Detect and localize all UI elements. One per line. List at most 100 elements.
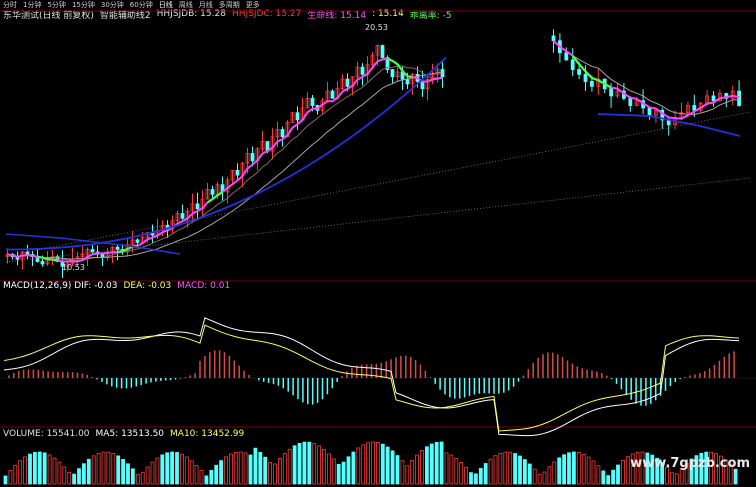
candle-body: [135, 239, 140, 243]
volume-bar: [13, 464, 18, 485]
volume-bar: [439, 441, 444, 485]
candle-body: [210, 189, 215, 195]
stock-chart-svg: 20.53 10.53: [0, 10, 756, 485]
volume-bar: [508, 451, 513, 485]
right-ma5-line: [552, 39, 740, 120]
volume-bar: [552, 461, 557, 485]
volume-bar: [277, 458, 282, 485]
candle-body: [647, 107, 652, 116]
candle-body: [609, 88, 613, 97]
volume-bar: [483, 463, 488, 485]
volume-bar: [184, 456, 189, 485]
candle-body: [737, 90, 741, 106]
volume-bar: [165, 452, 170, 485]
volume-bar: [297, 442, 302, 485]
volume-bar: [429, 443, 434, 485]
volume-bar: [616, 464, 620, 485]
volume-bar: [307, 441, 312, 485]
volume-bar: [248, 454, 253, 485]
volume-bar: [106, 451, 111, 485]
high-price-label: 20.53: [365, 23, 388, 32]
candle-body: [280, 129, 285, 138]
candle-body: [90, 249, 95, 253]
candle-body: [345, 78, 350, 87]
volume-bar: [341, 461, 346, 485]
volume-bar: [155, 457, 160, 485]
volume-bar: [601, 470, 606, 485]
volume-bar: [326, 453, 331, 485]
volume-bar: [228, 453, 233, 485]
volume-bar: [179, 453, 184, 485]
volume-bar: [150, 461, 155, 485]
candle-body: [380, 45, 385, 58]
volume-bar: [312, 443, 317, 485]
volume-bar: [175, 452, 179, 485]
volume-bar: [33, 452, 37, 485]
candle-body: [360, 66, 365, 75]
volume-bar: [130, 468, 135, 485]
volume-bar: [224, 456, 228, 485]
candle-body: [570, 59, 575, 70]
volume-bar: [145, 466, 150, 485]
volume-bar: [572, 451, 576, 485]
ma5-line: [7, 57, 443, 263]
volume-bar: [576, 452, 581, 485]
volume-bar: [356, 447, 361, 485]
candle-body: [180, 213, 185, 219]
ma10-line: [7, 65, 443, 262]
volume-bar: [3, 475, 8, 485]
volume-bar: [444, 452, 449, 485]
candle-body: [551, 35, 556, 42]
volume-bar: [478, 468, 483, 485]
lifeline-blue: [5, 56, 447, 251]
volume-bar: [547, 466, 552, 485]
volume-bar: [189, 460, 194, 485]
volume-bar: [96, 452, 101, 485]
volume-bar: [454, 457, 459, 485]
volume-bar: [400, 460, 405, 485]
volume-bar: [160, 454, 165, 485]
volume-bar: [282, 453, 287, 485]
volume-bar: [214, 464, 219, 485]
volume-bar: [513, 453, 517, 485]
volume-bar: [258, 451, 263, 485]
volume-bar: [28, 453, 32, 485]
candle-body: [390, 69, 395, 78]
volume-bar: [366, 442, 371, 485]
volume-bar: [346, 456, 351, 485]
volume-bar: [434, 441, 439, 485]
candle-body: [235, 169, 240, 176]
candle-body: [590, 81, 594, 87]
candle-body: [330, 90, 335, 99]
volume-bar: [135, 473, 140, 485]
volume-bar: [591, 460, 596, 485]
watermark: www.7gpzb.com: [630, 456, 750, 471]
volume-bar: [82, 463, 86, 485]
volume-bar: [209, 470, 214, 485]
volume-bar: [420, 450, 424, 485]
volume-bar: [733, 468, 738, 485]
ma5-green-segment: [206, 191, 224, 204]
candle-body: [25, 251, 30, 255]
candle-body: [420, 81, 425, 90]
volume-bar: [424, 446, 429, 485]
volume-bar: [395, 455, 400, 485]
volume-bar: [243, 452, 248, 485]
candle-body: [40, 261, 45, 265]
candle-body: [692, 105, 697, 111]
volume-bar: [140, 471, 145, 485]
volume-bar: [67, 471, 72, 485]
volume-bar: [317, 445, 322, 485]
volume-bar: [493, 455, 498, 485]
volume-bar: [473, 473, 478, 485]
volume-bar: [23, 456, 28, 485]
volume-bar: [625, 456, 630, 485]
volume-bar: [503, 451, 508, 485]
candle-body: [564, 52, 569, 61]
volume-bar: [371, 441, 375, 485]
volume-bar: [302, 441, 307, 485]
volume-bar: [581, 453, 586, 485]
volume-bar: [361, 444, 366, 485]
volume-bar: [542, 471, 547, 485]
volume-bar: [518, 455, 522, 485]
